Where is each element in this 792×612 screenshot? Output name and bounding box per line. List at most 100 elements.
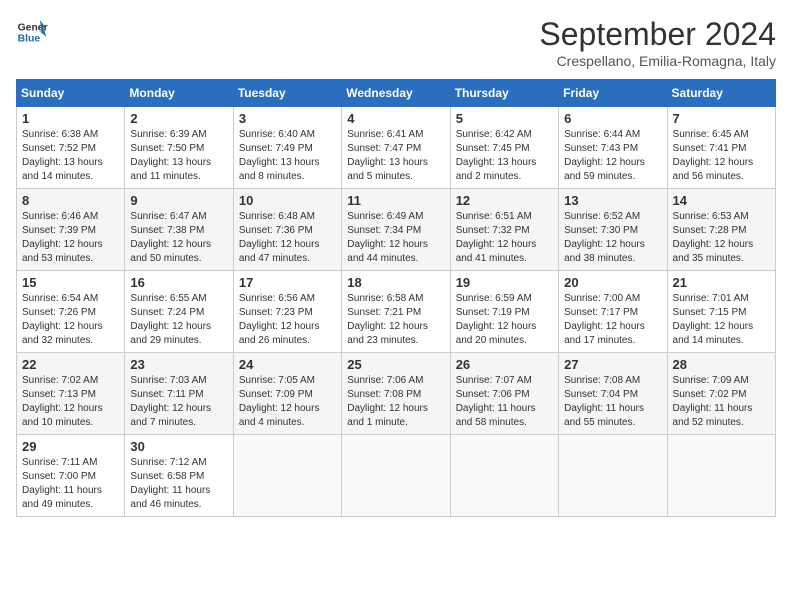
calendar-cell: 28Sunrise: 7:09 AMSunset: 7:02 PMDayligh… [667,353,775,435]
day-info: and 2 minutes. [456,170,553,184]
calendar-cell: 17Sunrise: 6:56 AMSunset: 7:23 PMDayligh… [233,271,341,353]
day-info: Sunrise: 7:11 AM [22,456,119,470]
day-info: Sunrise: 6:59 AM [456,292,553,306]
day-info: Sunset: 7:30 PM [564,224,661,238]
day-info: Sunrise: 7:07 AM [456,374,553,388]
day-info: Sunset: 7:43 PM [564,142,661,156]
calendar-cell: 5Sunrise: 6:42 AMSunset: 7:45 PMDaylight… [450,107,558,189]
day-info: Daylight: 12 hours [456,320,553,334]
day-info: Sunset: 7:06 PM [456,388,553,402]
day-info: Sunrise: 6:44 AM [564,128,661,142]
day-number: 22 [22,357,119,372]
day-number: 7 [673,111,770,126]
day-info: and 59 minutes. [564,170,661,184]
day-info: Sunset: 7:32 PM [456,224,553,238]
day-info: and 23 minutes. [347,334,444,348]
day-info: and 5 minutes. [347,170,444,184]
day-info: Daylight: 11 hours [130,484,227,498]
day-info: and 10 minutes. [22,416,119,430]
day-header-monday: Monday [125,80,233,107]
day-info: Sunset: 7:11 PM [130,388,227,402]
day-number: 18 [347,275,444,290]
day-info: and 41 minutes. [456,252,553,266]
calendar-cell: 19Sunrise: 6:59 AMSunset: 7:19 PMDayligh… [450,271,558,353]
day-number: 24 [239,357,336,372]
day-info: Daylight: 12 hours [130,402,227,416]
day-header-sunday: Sunday [17,80,125,107]
title-block: September 2024 Crespellano, Emilia-Romag… [539,16,776,69]
day-info: Sunset: 7:13 PM [22,388,119,402]
day-info: Sunrise: 6:47 AM [130,210,227,224]
day-info: and 44 minutes. [347,252,444,266]
day-info: Sunrise: 6:58 AM [347,292,444,306]
calendar-cell: 14Sunrise: 6:53 AMSunset: 7:28 PMDayligh… [667,189,775,271]
calendar-week-5: 29Sunrise: 7:11 AMSunset: 7:00 PMDayligh… [17,435,776,517]
day-info: and 49 minutes. [22,498,119,512]
calendar-week-4: 22Sunrise: 7:02 AMSunset: 7:13 PMDayligh… [17,353,776,435]
day-info: Daylight: 12 hours [456,238,553,252]
day-info: and 50 minutes. [130,252,227,266]
calendar-cell [667,435,775,517]
day-info: Daylight: 13 hours [130,156,227,170]
day-info: Sunrise: 6:51 AM [456,210,553,224]
calendar-cell [342,435,450,517]
day-info: Sunset: 7:52 PM [22,142,119,156]
day-number: 8 [22,193,119,208]
day-info: Sunset: 7:47 PM [347,142,444,156]
day-info: Daylight: 13 hours [239,156,336,170]
day-info: Sunrise: 7:06 AM [347,374,444,388]
day-info: Sunset: 7:24 PM [130,306,227,320]
day-info: Sunrise: 6:42 AM [456,128,553,142]
day-info: Sunset: 7:38 PM [130,224,227,238]
calendar-cell: 4Sunrise: 6:41 AMSunset: 7:47 PMDaylight… [342,107,450,189]
day-info: Daylight: 12 hours [130,238,227,252]
calendar-cell: 21Sunrise: 7:01 AMSunset: 7:15 PMDayligh… [667,271,775,353]
logo: General Blue [16,16,48,48]
day-info: Sunrise: 6:55 AM [130,292,227,306]
day-info: Sunrise: 6:49 AM [347,210,444,224]
day-info: and 8 minutes. [239,170,336,184]
day-info: Sunset: 7:39 PM [22,224,119,238]
day-info: Daylight: 12 hours [347,238,444,252]
day-info: Daylight: 12 hours [673,238,770,252]
calendar-cell: 2Sunrise: 6:39 AMSunset: 7:50 PMDaylight… [125,107,233,189]
calendar-cell [450,435,558,517]
day-info: Daylight: 12 hours [347,402,444,416]
day-info: Daylight: 12 hours [239,320,336,334]
day-info: Sunset: 7:19 PM [456,306,553,320]
calendar-cell: 11Sunrise: 6:49 AMSunset: 7:34 PMDayligh… [342,189,450,271]
calendar-cell: 30Sunrise: 7:12 AMSunset: 6:58 PMDayligh… [125,435,233,517]
day-number: 20 [564,275,661,290]
day-info: Daylight: 12 hours [239,402,336,416]
day-info: Daylight: 12 hours [564,320,661,334]
location-subtitle: Crespellano, Emilia-Romagna, Italy [539,53,776,69]
day-number: 6 [564,111,661,126]
day-info: Sunset: 7:17 PM [564,306,661,320]
day-number: 27 [564,357,661,372]
day-info: Sunrise: 7:00 AM [564,292,661,306]
day-number: 4 [347,111,444,126]
day-info: Daylight: 12 hours [22,238,119,252]
day-number: 21 [673,275,770,290]
day-number: 14 [673,193,770,208]
day-info: Sunset: 7:49 PM [239,142,336,156]
day-info: Sunrise: 7:08 AM [564,374,661,388]
day-info: Daylight: 13 hours [456,156,553,170]
day-info: and 32 minutes. [22,334,119,348]
day-info: and 38 minutes. [564,252,661,266]
calendar-cell: 7Sunrise: 6:45 AMSunset: 7:41 PMDaylight… [667,107,775,189]
day-info: Sunset: 7:15 PM [673,306,770,320]
day-info: and 14 minutes. [22,170,119,184]
day-info: Sunset: 7:28 PM [673,224,770,238]
calendar-cell: 10Sunrise: 6:48 AMSunset: 7:36 PMDayligh… [233,189,341,271]
day-info: Sunrise: 6:54 AM [22,292,119,306]
day-info: and 56 minutes. [673,170,770,184]
day-info: Sunrise: 7:03 AM [130,374,227,388]
day-info: Sunset: 6:58 PM [130,470,227,484]
day-info: Sunset: 7:36 PM [239,224,336,238]
calendar-cell: 18Sunrise: 6:58 AMSunset: 7:21 PMDayligh… [342,271,450,353]
day-number: 13 [564,193,661,208]
calendar-cell: 27Sunrise: 7:08 AMSunset: 7:04 PMDayligh… [559,353,667,435]
day-info: Sunrise: 6:39 AM [130,128,227,142]
calendar-week-2: 8Sunrise: 6:46 AMSunset: 7:39 PMDaylight… [17,189,776,271]
